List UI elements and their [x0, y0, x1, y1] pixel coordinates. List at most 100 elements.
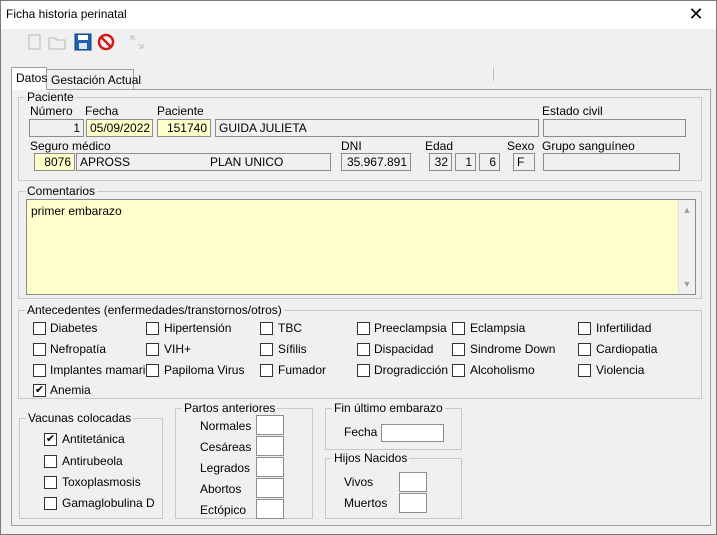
- group-title: Comentarios: [25, 184, 98, 198]
- checkbox-label: Infertilidad: [596, 321, 652, 335]
- papiloma-virus-checkbox[interactable]: [146, 364, 159, 377]
- checkbox-label: VIH+: [164, 342, 192, 356]
- checkbox-label: Fumador: [278, 363, 327, 377]
- checkbox-label: Sindrome Down: [470, 342, 556, 356]
- checkbox-label: Antitetánica: [62, 432, 125, 446]
- open-folder-icon[interactable]: [47, 32, 67, 52]
- fin-embarazo-group: Fin último embarazo Fecha: [325, 401, 462, 450]
- checkbox-label: Antirubeola: [62, 454, 123, 468]
- abortos-label: Abortos: [200, 482, 242, 496]
- antitetanica-checkbox[interactable]: ✔: [44, 433, 57, 446]
- edad-days-field[interactable]: 6: [479, 153, 500, 171]
- checkbox-label: Anemia: [50, 383, 91, 397]
- comentarios-scrollbar[interactable]: ▲ ▼: [678, 200, 695, 294]
- antirubeola-checkbox[interactable]: [44, 455, 57, 468]
- fin-fecha-label: Fecha: [344, 425, 378, 439]
- comentarios-textarea[interactable]: primer embarazo ▲ ▼: [26, 199, 696, 295]
- comentarios-group: Comentarios primer embarazo ▲ ▼: [18, 184, 702, 299]
- comentarios-text: primer embarazo: [31, 204, 122, 218]
- save-icon[interactable]: [73, 32, 93, 52]
- title-bar: Ficha historia perinatal ✕: [1, 1, 716, 29]
- checkbox-label: Hipertensión: [164, 321, 232, 335]
- alcoholismo-checkbox[interactable]: [452, 364, 465, 377]
- seguro-nombre-field[interactable]: APROSS PLAN UNICO: [76, 153, 331, 171]
- checkbox-label: TBC: [278, 321, 302, 335]
- drogradiccion-checkbox[interactable]: [357, 364, 370, 377]
- checkmark-icon: ✔: [45, 433, 56, 445]
- cesareas-field[interactable]: [256, 436, 284, 456]
- cardiopatia-checkbox[interactable]: [578, 343, 591, 356]
- nefropatia-checkbox[interactable]: [33, 343, 46, 356]
- estado-civil-label: Estado civil: [542, 104, 603, 118]
- checkbox-label: Nefropatía: [50, 342, 107, 356]
- sifilis-checkbox[interactable]: [260, 343, 273, 356]
- violencia-checkbox[interactable]: [578, 364, 591, 377]
- infertilidad-checkbox[interactable]: [578, 322, 591, 335]
- edad-years-field[interactable]: 32: [429, 153, 452, 171]
- checkbox-label: Alcoholismo: [470, 363, 535, 377]
- tab-gestacion-actual[interactable]: Gestación Actual: [46, 69, 141, 90]
- fecha-label: Fecha: [85, 104, 119, 118]
- numero-field[interactable]: 1: [29, 119, 84, 137]
- estado-civil-field[interactable]: [543, 119, 686, 137]
- seguro-id-field[interactable]: 8076: [34, 153, 75, 171]
- expand-icon[interactable]: [127, 32, 147, 52]
- window-title: Ficha historia perinatal: [6, 7, 127, 21]
- eclampsia-checkbox[interactable]: [452, 322, 465, 335]
- checkbox-label: Dispacidad: [374, 342, 434, 356]
- seguro-plan: PLAN UNICO: [210, 155, 284, 169]
- fecha-field[interactable]: 05/09/2022: [86, 119, 153, 137]
- checkbox-label: Drogradicción: [374, 363, 449, 377]
- dialog-window: Ficha historia perinatal ✕ Datos Gestaci…: [0, 0, 717, 535]
- vih-checkbox[interactable]: [146, 343, 159, 356]
- checkbox-label: Eclampsia: [470, 321, 526, 335]
- diabetes-checkbox[interactable]: [33, 322, 46, 335]
- tab-datos[interactable]: Datos: [11, 67, 47, 90]
- scroll-up-icon[interactable]: ▲: [679, 202, 695, 218]
- cancel-icon[interactable]: [96, 32, 116, 52]
- checkbox-label: Papiloma Virus: [164, 363, 245, 377]
- vivos-label: Vivos: [344, 475, 374, 489]
- hipertension-checkbox[interactable]: [146, 322, 159, 335]
- paciente-id-field[interactable]: 151740: [157, 119, 211, 137]
- legrados-field[interactable]: [256, 457, 284, 477]
- sindrome-down-checkbox[interactable]: [452, 343, 465, 356]
- paciente-nombre-field[interactable]: GUIDA JULIETA: [215, 119, 539, 137]
- grupo-sanguineo-label: Grupo sanguíneo: [542, 139, 635, 153]
- checkbox-label: Toxoplasmosis: [62, 475, 141, 489]
- toxoplasmosis-checkbox[interactable]: [44, 476, 57, 489]
- legrados-label: Legrados: [200, 461, 251, 475]
- anemia-checkbox[interactable]: ✔: [33, 384, 46, 397]
- checkbox-label: Sífilis: [278, 342, 307, 356]
- grupo-sanguineo-field[interactable]: [543, 153, 680, 171]
- tbc-checkbox[interactable]: [260, 322, 273, 335]
- abortos-field[interactable]: [256, 478, 284, 498]
- fin-fecha-field[interactable]: [381, 424, 444, 442]
- preeclampsia-checkbox[interactable]: [357, 322, 370, 335]
- close-button[interactable]: ✕: [682, 3, 710, 25]
- normales-field[interactable]: [256, 415, 284, 435]
- checkbox-label: Preeclampsia: [374, 321, 447, 335]
- ectopico-label: Ectópico: [200, 503, 247, 517]
- seguro-nombre: APROSS: [80, 155, 131, 169]
- group-title: Hijos Nacidos: [332, 451, 410, 465]
- dni-field[interactable]: 35.967.891: [341, 153, 411, 171]
- dispacidad-checkbox[interactable]: [357, 343, 370, 356]
- scroll-down-icon[interactable]: ▼: [679, 276, 695, 292]
- fumador-checkbox[interactable]: [260, 364, 273, 377]
- group-title: Antecedentes (enfermedades/transtornos/o…: [25, 303, 284, 317]
- group-title: Paciente: [25, 90, 76, 104]
- muertos-field[interactable]: [399, 493, 427, 513]
- ectopico-field[interactable]: [256, 499, 284, 519]
- gamaglobulina-checkbox[interactable]: [44, 497, 57, 510]
- edad-months-field[interactable]: 1: [455, 153, 476, 171]
- checkbox-label: Implantes mamarios: [50, 363, 159, 377]
- vivos-field[interactable]: [399, 472, 427, 492]
- numero-label: Número: [30, 104, 73, 118]
- antecedentes-group: Antecedentes (enfermedades/transtornos/o…: [18, 303, 702, 399]
- new-document-icon[interactable]: [25, 32, 45, 52]
- sexo-field[interactable]: F: [513, 153, 535, 171]
- checkbox-label: Violencia: [596, 363, 645, 377]
- checkbox-label: Cardiopatia: [596, 342, 658, 356]
- implantes-mamarios-checkbox[interactable]: [33, 364, 46, 377]
